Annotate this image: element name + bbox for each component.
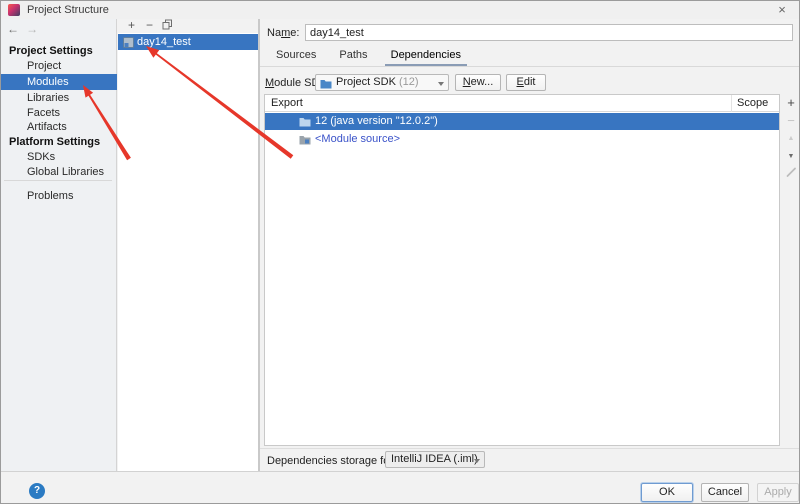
source-folder-icon: [299, 134, 311, 145]
chevron-down-icon: [474, 459, 480, 463]
module-name: day14_test: [137, 34, 191, 50]
tab-sources[interactable]: Sources: [266, 47, 326, 66]
ok-button[interactable]: OK: [641, 483, 693, 502]
apply-button: Apply: [757, 483, 799, 502]
storage-format-select[interactable]: IntelliJ IDEA (.iml): [385, 451, 485, 468]
export-column-header: Export: [271, 95, 303, 111]
sidebar-item-sdks[interactable]: SDKs: [1, 150, 117, 165]
module-detail-panel: Name: Sources Paths Dependencies Module …: [259, 19, 800, 471]
module-tabs: Sources Paths Dependencies: [266, 47, 471, 66]
copy-module-button[interactable]: [160, 19, 175, 33]
module-sdk-version: (12): [399, 76, 419, 88]
module-list-item[interactable]: day14_test: [118, 34, 258, 50]
window-title: Project Structure: [27, 4, 109, 16]
dependency-label: 12 (java version "12.0.2"): [315, 113, 438, 130]
dialog-footer: ? OK Cancel Apply: [1, 471, 799, 504]
pencil-icon: [785, 166, 797, 178]
module-icon: [123, 37, 134, 48]
sidebar-item-problems[interactable]: Problems: [1, 189, 117, 204]
dependencies-table-header: Export Scope: [265, 95, 779, 112]
move-up-button[interactable]: ▲: [782, 130, 800, 148]
module-sdk-value: Project SDK: [336, 76, 399, 88]
chevron-down-icon: [438, 82, 444, 86]
add-module-button[interactable]: +: [124, 19, 139, 33]
tabs-separator: [260, 66, 800, 67]
history-nav: ← →: [7, 22, 42, 36]
add-dependency-button[interactable]: +: [782, 94, 800, 112]
close-icon[interactable]: ×: [774, 2, 790, 18]
new-sdk-button[interactable]: New...: [455, 74, 501, 91]
sidebar-item-modules[interactable]: Modules: [1, 74, 117, 90]
help-button[interactable]: ?: [29, 483, 45, 499]
storage-separator: [260, 448, 800, 449]
dependencies-table: Export Scope 12 (java version "12.0.2") …: [264, 94, 780, 446]
scope-column-header: Scope: [737, 95, 768, 111]
edit-sdk-button[interactable]: Edit: [506, 74, 546, 91]
move-down-button[interactable]: ▼: [782, 148, 800, 166]
dependency-label: <Module source>: [315, 131, 400, 148]
copy-icon: [162, 19, 173, 30]
sidebar-item-project[interactable]: Project: [1, 59, 117, 74]
sidebar-item-artifacts[interactable]: Artifacts: [1, 120, 117, 135]
module-name-input[interactable]: [305, 24, 793, 41]
folder-icon: [320, 78, 332, 89]
dependencies-toolbar: + − ▲ ▼: [782, 94, 800, 184]
project-settings-header: Project Settings: [1, 44, 117, 59]
platform-settings-header: Platform Settings: [1, 135, 117, 150]
module-list-panel: + − day14_test: [118, 19, 259, 471]
folder-icon: [299, 116, 311, 127]
sidebar-item-facets[interactable]: Facets: [1, 106, 117, 121]
column-separator: [731, 95, 732, 112]
remove-dependency-button[interactable]: −: [782, 112, 800, 130]
sidebar-item-global-libraries[interactable]: Global Libraries: [1, 165, 117, 180]
dependency-row-module-source[interactable]: <Module source>: [265, 131, 779, 148]
module-sdk-select[interactable]: Project SDK (12): [315, 74, 449, 91]
titlebar: Project Structure ×: [1, 1, 799, 19]
name-label: Name:: [267, 27, 299, 39]
tab-dependencies[interactable]: Dependencies: [381, 47, 471, 66]
module-list-toolbar: + −: [118, 19, 258, 33]
edit-dependency-button[interactable]: [782, 166, 800, 184]
intellij-logo-icon: [8, 4, 20, 16]
forward-button[interactable]: →: [26, 22, 42, 36]
sidebar-item-libraries[interactable]: Libraries: [1, 91, 117, 106]
remove-module-button[interactable]: −: [142, 19, 157, 33]
back-button[interactable]: ←: [7, 22, 23, 36]
cancel-button[interactable]: Cancel: [701, 483, 749, 502]
tab-paths[interactable]: Paths: [329, 47, 377, 66]
project-structure-dialog: Project Structure × ← → Project Settings…: [0, 0, 800, 504]
storage-format-value: IntelliJ IDEA (.iml): [391, 453, 478, 465]
settings-sidebar: ← → Project Settings Project Modules Lib…: [1, 19, 117, 471]
dependency-row-sdk[interactable]: 12 (java version "12.0.2"): [265, 113, 779, 130]
sidebar-divider: [4, 180, 112, 181]
